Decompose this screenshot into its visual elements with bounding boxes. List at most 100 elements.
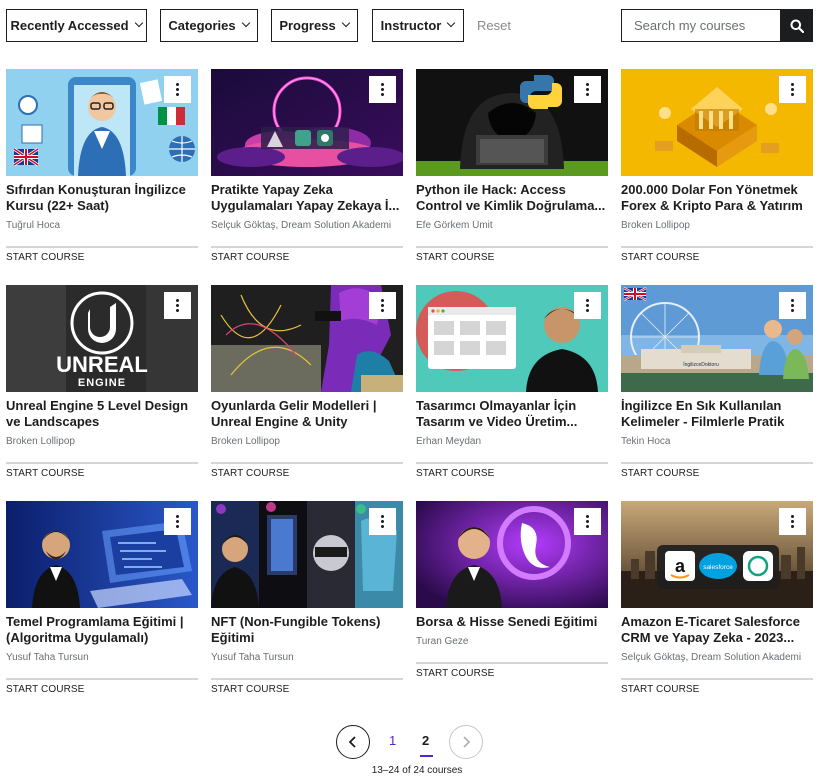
course-card[interactable]: 200.000 Dolar Fon Yönetmek Forex & Kript…: [621, 69, 813, 279]
course-options-button[interactable]: [369, 292, 396, 319]
start-course-link[interactable]: START COURSE: [211, 684, 289, 695]
search-input[interactable]: [622, 10, 780, 41]
course-options-button[interactable]: [574, 292, 601, 319]
course-options-button[interactable]: [369, 508, 396, 535]
chevron-down-icon: [342, 20, 350, 28]
course-card[interactable]: İngilizceDoktoru İngilizce En Sık Kullan…: [621, 285, 813, 495]
course-thumbnail[interactable]: [211, 285, 403, 392]
course-thumbnail[interactable]: [416, 69, 608, 176]
instructor-dropdown[interactable]: Instructor: [372, 9, 464, 42]
kebab-menu-icon: [791, 299, 794, 302]
start-course-link[interactable]: START COURSE: [416, 468, 494, 479]
start-course-link[interactable]: START COURSE: [6, 684, 84, 695]
course-thumbnail[interactable]: [211, 69, 403, 176]
course-options-button[interactable]: [164, 508, 191, 535]
course-title[interactable]: Unreal Engine 5 Level Design ve Landscap…: [6, 398, 198, 430]
course-title[interactable]: NFT (Non-Fungible Tokens) Eğitimi: [211, 614, 403, 646]
search-icon: [790, 19, 804, 33]
course-progress-bar: [211, 246, 403, 248]
course-thumbnail[interactable]: [416, 501, 608, 608]
course-card[interactable]: a salesforce Amazon E-Ticaret Salesforce…: [621, 501, 813, 711]
start-course-link[interactable]: START COURSE: [6, 252, 84, 263]
course-thumbnail[interactable]: UNREAL ENGINE: [6, 285, 198, 392]
course-thumbnail[interactable]: İngilizceDoktoru: [621, 285, 813, 392]
start-course-link[interactable]: START COURSE: [211, 252, 289, 263]
course-title[interactable]: Python ile Hack: Access Control ve Kimli…: [416, 182, 608, 214]
course-options-button[interactable]: [779, 76, 806, 103]
kebab-menu-icon: [381, 299, 384, 302]
course-title[interactable]: 200.000 Dolar Fon Yönetmek Forex & Kript…: [621, 182, 813, 214]
page-2-link[interactable]: 2: [422, 733, 429, 748]
filter-bar: Recently Accessed Categories Progress In…: [6, 9, 813, 42]
course-title[interactable]: Tasarımcı Olmayanlar İçin Tasarım ve Vid…: [416, 398, 608, 430]
ingilizce-doktoru-logo: İngilizceDoktoru: [683, 361, 719, 368]
start-course-link[interactable]: START COURSE: [621, 684, 699, 695]
course-progress-bar: [416, 246, 608, 248]
start-course-link[interactable]: START COURSE: [621, 468, 699, 479]
course-thumbnail[interactable]: [6, 69, 198, 176]
chevron-down-icon: [242, 20, 250, 28]
next-page-button[interactable]: [449, 725, 483, 759]
course-progress-bar: [211, 462, 403, 464]
course-instructor: Erhan Meydan: [416, 436, 482, 447]
progress-dropdown[interactable]: Progress: [271, 9, 358, 42]
course-card[interactable]: NFT (Non-Fungible Tokens) Eğitimi Yusuf …: [211, 501, 403, 711]
categories-dropdown[interactable]: Categories: [160, 9, 258, 42]
course-instructor: Tekin Hoca: [621, 436, 671, 447]
start-course-link[interactable]: START COURSE: [621, 252, 699, 263]
sort-dropdown-label: Recently Accessed: [10, 18, 129, 33]
kebab-menu-icon: [381, 515, 384, 518]
course-title[interactable]: İngilizce En Sık Kullanılan Kelimeler - …: [621, 398, 813, 430]
course-card[interactable]: Temel Programlama Eğitimi | (Algoritma U…: [6, 501, 198, 711]
course-instructor: Tuğrul Hoca: [6, 220, 61, 231]
course-card[interactable]: Borsa & Hisse Senedi Eğitimi Turan Geze …: [416, 501, 608, 711]
svg-text:a: a: [675, 556, 686, 576]
course-progress-bar: [211, 678, 403, 680]
course-title[interactable]: Amazon E-Ticaret Salesforce CRM ve Yapay…: [621, 614, 813, 646]
page-1-link[interactable]: 1: [389, 733, 396, 748]
course-title[interactable]: Temel Programlama Eğitimi | (Algoritma U…: [6, 614, 198, 646]
search-button[interactable]: [780, 9, 813, 42]
course-options-button[interactable]: [779, 508, 806, 535]
kebab-menu-icon: [791, 515, 794, 518]
course-title[interactable]: Pratikte Yapay Zeka Uygulamaları Yapay Z…: [211, 182, 403, 214]
previous-page-button[interactable]: [336, 725, 370, 759]
kebab-menu-icon: [176, 83, 179, 86]
course-card[interactable]: Sıfırdan Konuşturan İngilizce Kursu (22+…: [6, 69, 198, 279]
course-options-button[interactable]: [574, 508, 601, 535]
reset-filters-button[interactable]: Reset: [477, 18, 511, 33]
course-instructor: Broken Lollipop: [621, 220, 690, 231]
course-title[interactable]: Borsa & Hisse Senedi Eğitimi: [416, 614, 608, 630]
course-thumbnail[interactable]: a salesforce: [621, 501, 813, 608]
course-options-button[interactable]: [779, 292, 806, 319]
start-course-link[interactable]: START COURSE: [416, 668, 494, 679]
course-title[interactable]: Sıfırdan Konuşturan İngilizce Kursu (22+…: [6, 182, 198, 214]
course-thumbnail[interactable]: [416, 285, 608, 392]
start-course-link[interactable]: START COURSE: [211, 468, 289, 479]
start-course-link[interactable]: START COURSE: [6, 468, 84, 479]
course-card[interactable]: Python ile Hack: Access Control ve Kimli…: [416, 69, 608, 279]
course-progress-bar: [621, 678, 813, 680]
kebab-menu-icon: [176, 515, 179, 518]
course-options-button[interactable]: [164, 76, 191, 103]
chevron-right-icon: [463, 736, 471, 748]
course-thumbnail[interactable]: [211, 501, 403, 608]
chevron-left-icon: [348, 736, 356, 748]
kebab-menu-icon: [586, 83, 589, 86]
course-card[interactable]: Tasarımcı Olmayanlar İçin Tasarım ve Vid…: [416, 285, 608, 495]
kebab-menu-icon: [586, 515, 589, 518]
instructor-dropdown-label: Instructor: [380, 18, 442, 33]
course-card[interactable]: UNREAL ENGINE Unreal Engine 5 Level Desi…: [6, 285, 198, 495]
course-title[interactable]: Oyunlarda Gelir Modelleri | Unreal Engin…: [211, 398, 403, 430]
start-course-link[interactable]: START COURSE: [416, 252, 494, 263]
course-thumbnail[interactable]: [6, 501, 198, 608]
course-options-button[interactable]: [164, 292, 191, 319]
course-card[interactable]: Pratikte Yapay Zeka Uygulamaları Yapay Z…: [211, 69, 403, 279]
kebab-menu-icon: [791, 83, 794, 86]
sort-recently-accessed-dropdown[interactable]: Recently Accessed: [6, 9, 147, 42]
course-thumbnail[interactable]: [621, 69, 813, 176]
course-options-button[interactable]: [574, 76, 601, 103]
unreal-logo-subtext: ENGINE: [78, 377, 126, 389]
course-options-button[interactable]: [369, 76, 396, 103]
course-card[interactable]: Oyunlarda Gelir Modelleri | Unreal Engin…: [211, 285, 403, 495]
